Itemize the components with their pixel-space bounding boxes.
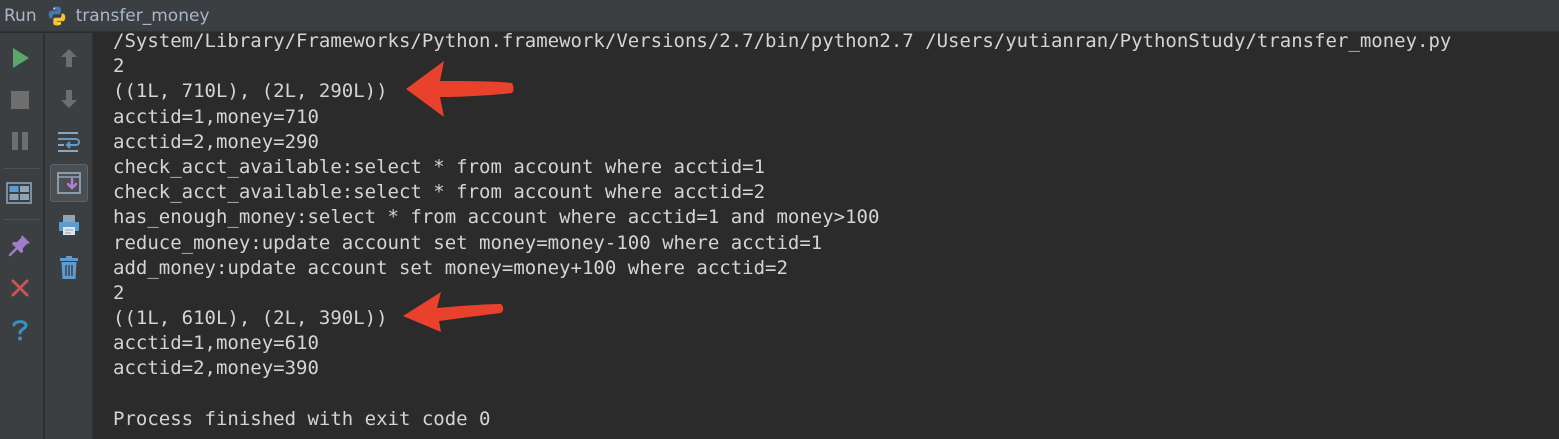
console-lines: /System/Library/Frameworks/Python.framew… bbox=[113, 33, 1451, 432]
arrow-up-icon[interactable] bbox=[53, 42, 85, 74]
arrow-down-icon[interactable] bbox=[53, 83, 85, 115]
console-line: Process finished with exit code 0 bbox=[113, 407, 491, 430]
console-line: ((1L, 610L), (2L, 390L)) bbox=[113, 307, 388, 330]
console-line: acctid=1,money=610 bbox=[113, 332, 319, 355]
close-icon[interactable] bbox=[4, 272, 36, 304]
toolbar-separator bbox=[4, 168, 40, 169]
pause-icon[interactable] bbox=[4, 125, 36, 157]
console-line: add_money:update account set money=money… bbox=[113, 256, 788, 279]
console-line: ((1L, 710L), (2L, 290L)) bbox=[113, 80, 388, 103]
console-line: 2 bbox=[113, 55, 125, 78]
run-toolbar bbox=[0, 33, 44, 439]
console-line: check_acct_available:select * from accou… bbox=[113, 155, 766, 178]
console-line: has_enough_money:select * from account w… bbox=[113, 206, 880, 229]
soft-wrap-icon[interactable] bbox=[53, 125, 85, 157]
pin-icon[interactable] bbox=[4, 229, 36, 261]
run-config-name: transfer_money bbox=[75, 5, 210, 26]
console-line: reduce_money:update account set money=mo… bbox=[113, 231, 823, 254]
annotation-arrow-icon bbox=[403, 292, 504, 332]
console-toolbar bbox=[45, 33, 93, 439]
run-tool-window: Run transfer_money /System/Library/Frame… bbox=[0, 0, 1559, 439]
stop-icon[interactable] bbox=[4, 84, 36, 116]
print-icon[interactable] bbox=[53, 209, 85, 241]
console-line: check_acct_available:select * from accou… bbox=[113, 181, 766, 204]
console-output[interactable]: /System/Library/Frameworks/Python.framew… bbox=[94, 33, 1559, 439]
console-line: /System/Library/Frameworks/Python.framew… bbox=[113, 33, 1452, 52]
scroll-to-end-icon[interactable] bbox=[53, 167, 85, 199]
trash-icon[interactable] bbox=[53, 252, 85, 284]
layout-icon[interactable] bbox=[3, 177, 35, 209]
python-icon bbox=[46, 5, 68, 27]
run-label: Run bbox=[4, 5, 37, 26]
console-line: 2 bbox=[113, 281, 125, 304]
annotation-arrow-icon bbox=[406, 61, 514, 117]
run-header: Run transfer_money bbox=[0, 0, 1559, 32]
console-line: acctid=2,money=290 bbox=[113, 130, 319, 153]
console-line: acctid=1,money=710 bbox=[113, 105, 319, 128]
toolbar-separator bbox=[4, 219, 40, 220]
play-icon[interactable] bbox=[4, 42, 36, 74]
console-line: acctid=2,money=390 bbox=[113, 357, 319, 380]
help-icon[interactable] bbox=[4, 314, 36, 346]
